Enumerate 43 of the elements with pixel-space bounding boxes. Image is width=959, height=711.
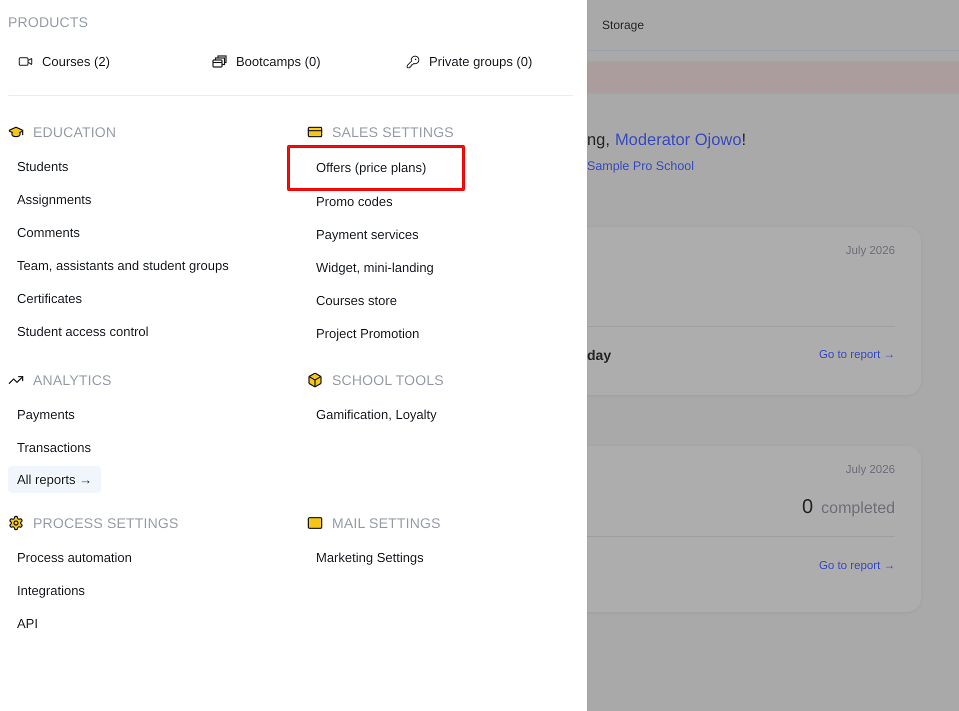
card-date: July 2026	[846, 245, 895, 257]
menu-item[interactable]: Comments	[8, 216, 89, 249]
section-heading: EDUCATION	[33, 124, 116, 140]
section-heading: PROCESS SETTINGS	[33, 515, 179, 531]
menu-item[interactable]: Process automation	[8, 541, 141, 574]
key-icon	[406, 54, 420, 68]
greeting-text: !	[742, 131, 746, 150]
card-label: day	[586, 347, 612, 363]
menu-item[interactable]: API	[8, 607, 47, 640]
menu-item[interactable]: Student access control	[8, 315, 158, 348]
menu-item[interactable]: Project Promotion	[307, 317, 428, 350]
menu-item[interactable]: Transactions	[8, 431, 100, 464]
menu-item[interactable]: Marketing Settings	[307, 541, 433, 574]
menu-item[interactable]: Certificates	[8, 282, 92, 315]
highlighted-menu-item[interactable]: Offers (price plans)	[287, 145, 466, 191]
graduation-cap-icon	[8, 124, 24, 140]
section-heading: SALES SETTINGS	[332, 124, 454, 140]
product-link[interactable]: Private groups (0)	[406, 54, 573, 69]
section-heading: PRODUCTS	[8, 14, 88, 30]
credit-card-icon	[307, 124, 323, 140]
nav-tab[interactable]: Storage	[602, 18, 644, 32]
cube-icon	[307, 372, 323, 388]
menu-item[interactable]: Payment services	[307, 218, 428, 251]
menu-item[interactable]: Students	[8, 150, 78, 183]
menu-item[interactable]: Integrations	[8, 574, 94, 607]
product-link[interactable]: Bootcamps (0)	[212, 54, 406, 69]
count-value: 0	[802, 496, 814, 519]
settings-icon	[8, 515, 24, 531]
section-heading: SCHOOL TOOLS	[332, 372, 444, 388]
all-reports-button[interactable]: All reports →	[8, 466, 102, 493]
card-date: July 2026	[846, 464, 895, 476]
count-label: completed	[821, 500, 895, 518]
menu-item[interactable]: Assignments	[8, 183, 100, 216]
menu-item[interactable]: Gamification, Loyalty	[307, 398, 446, 431]
menu-item[interactable]: Courses store	[307, 284, 406, 317]
menu-item[interactable]: Team, assistants and student groups	[8, 249, 238, 282]
section-heading: ANALYTICS	[33, 372, 112, 388]
stacked-cards-icon	[212, 55, 227, 68]
menu-item[interactable]: Widget, mini-landing	[307, 251, 443, 284]
greeting-text: ng,	[587, 131, 610, 150]
menu-item[interactable]: Payments	[8, 398, 84, 431]
product-link[interactable]: Courses (2)	[18, 54, 212, 69]
section-heading: MAIL SETTINGS	[332, 515, 441, 531]
